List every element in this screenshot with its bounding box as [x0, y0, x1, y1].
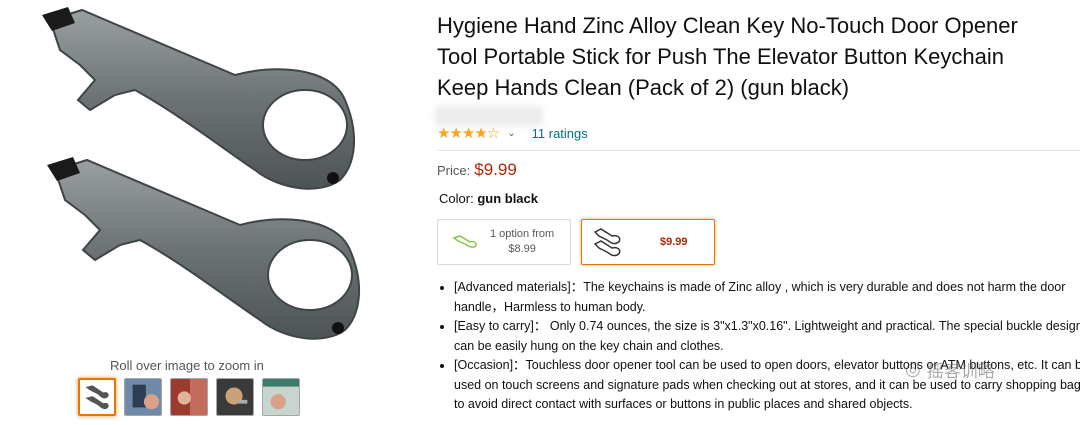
blurred-region — [435, 106, 543, 126]
thumbnail-strip — [78, 378, 300, 416]
feature-bullets: [Advanced materials]：The keychains is ma… — [437, 278, 1080, 415]
watermark-text: 摇客训略 — [926, 362, 995, 381]
feature-bullet: [Advanced materials]：The keychains is ma… — [454, 278, 1080, 317]
variant-key-icon — [452, 235, 477, 248]
wechat-icon: ◎ — [905, 359, 921, 379]
thumbnail-key-openers[interactable] — [78, 378, 116, 416]
color-label: Color: — [439, 191, 474, 206]
variant-option-1-line1: 1 option from — [490, 228, 555, 240]
price-row: Price: $9.99 — [437, 160, 517, 180]
thumbnail-opening-door[interactable] — [170, 378, 208, 416]
price-value: $9.99 — [474, 160, 517, 179]
product-title: Hygiene Hand Zinc Alloy Clean Key No-Tou… — [437, 13, 1018, 100]
variant-key-icon — [593, 228, 621, 257]
thumbnail-using-on-phone[interactable] — [124, 378, 162, 416]
ratings-count-link[interactable]: 11 ratings — [532, 126, 588, 141]
divider — [437, 150, 1080, 151]
variant-option-1[interactable]: 1 option from $8.99 — [437, 219, 571, 265]
watermark: ◎ 摇客训略 — [905, 357, 995, 382]
star-rating-icon[interactable]: ★★★★☆ — [437, 124, 500, 142]
variant-option-2[interactable]: $9.99 — [581, 219, 715, 265]
product-detail: Hygiene Hand Zinc Alloy Clean Key No-Tou… — [435, 10, 1080, 411]
color-row: Color: gun black — [439, 191, 538, 206]
thumbnail-pressing-button[interactable] — [262, 378, 300, 416]
price-label: Price: — [437, 163, 471, 178]
image-gallery: Roll over image to zoom in — [0, 0, 400, 425]
zoom-hint: Roll over image to zoom in — [110, 358, 264, 373]
variant-options: 1 option from $8.99 $9.99 — [437, 219, 715, 265]
variant-option-1-line2: $8.99 — [508, 243, 536, 255]
variant-option-2-price: $9.99 — [660, 236, 688, 248]
thumbnail-on-keys[interactable] — [216, 378, 254, 416]
feature-bullet: [Easy to carry]： Only 0.74 ounces, the s… — [454, 317, 1080, 356]
variant-option-1-text: 1 option from $8.99 — [490, 227, 554, 257]
rating-row: ★★★★☆ ⌄ 11 ratings — [437, 124, 588, 142]
main-product-image[interactable] — [20, 5, 380, 345]
chevron-down-icon[interactable]: ⌄ — [507, 128, 515, 139]
color-value: gun black — [477, 191, 538, 206]
